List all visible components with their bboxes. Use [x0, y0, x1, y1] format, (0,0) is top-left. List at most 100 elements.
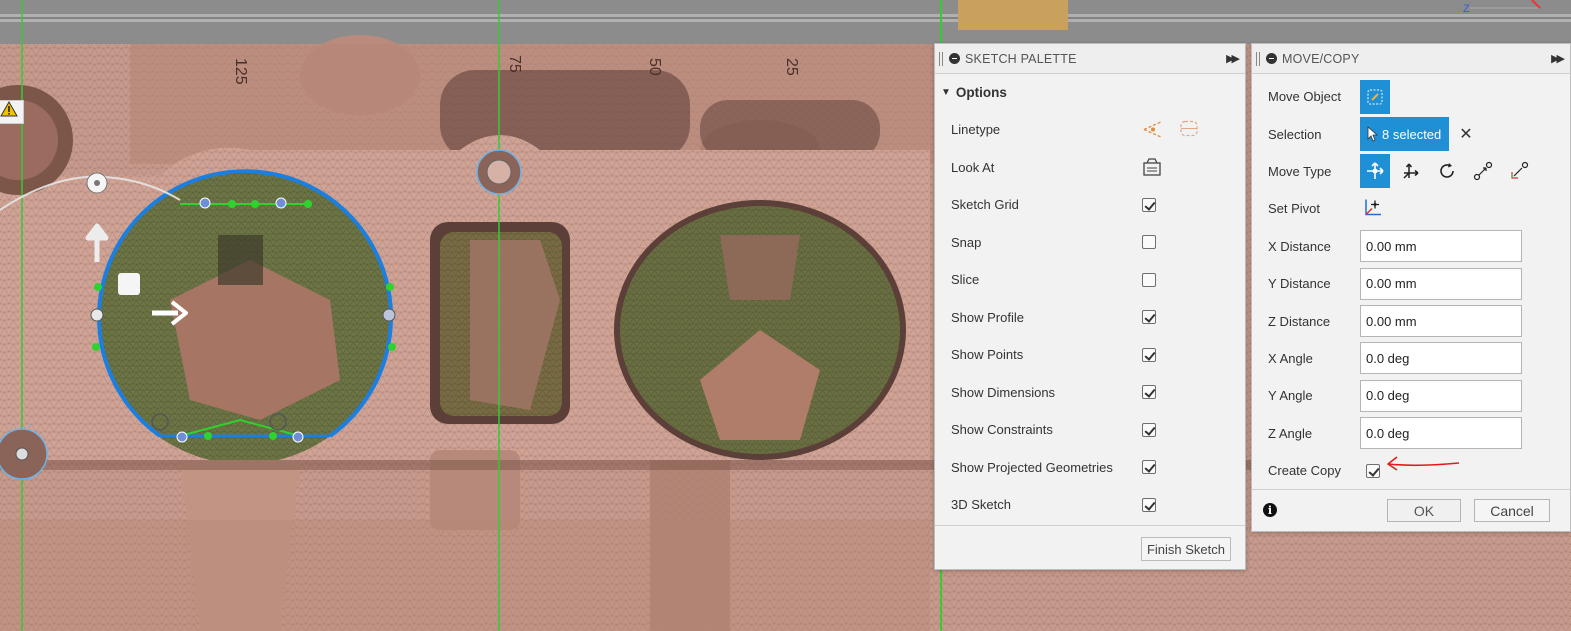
option-label: Show Points [951, 347, 1024, 363]
option-label: Slice [951, 272, 980, 288]
option-label: Sketch Grid [951, 197, 1019, 213]
drag-handle-icon[interactable] [1256, 51, 1260, 66]
warning-icon[interactable] [0, 100, 24, 124]
point-to-position-icon[interactable] [1504, 154, 1534, 188]
rotate-icon[interactable] [1432, 154, 1462, 188]
selection-count: 8 selected [1382, 126, 1442, 142]
y-distance-input[interactable] [1360, 267, 1522, 300]
svg-text:Z: Z [1463, 3, 1470, 15]
option-label: Snap [951, 234, 982, 250]
x-distance-row: X Distance [1252, 228, 1570, 265]
free-move-icon[interactable] [1360, 154, 1390, 189]
option-label: Show Projected Geometries [951, 459, 1113, 475]
field-label: Z Distance [1268, 313, 1331, 329]
bolt-hole [0, 428, 48, 480]
option-label: Show Constraints [951, 422, 1053, 438]
option-row-look-at: Look At [935, 149, 1245, 187]
slice-checkbox[interactable] [1142, 272, 1156, 287]
option-row-show-points: Show Points [935, 336, 1245, 374]
centerline-icon[interactable] [1178, 117, 1200, 142]
z-distance-row: Z Distance [1252, 302, 1570, 339]
section-title: Options [955, 85, 1007, 100]
move-object-row: Move Object [1252, 78, 1570, 115]
cancel-button[interactable]: Cancel [1474, 499, 1550, 522]
field-label: Set Pivot [1268, 201, 1321, 217]
option-row-3d-sketch: 3D Sketch [935, 486, 1245, 524]
sketch-palette-panel: SKETCH PALETTE ▶▶ ▼ Options Linetype Loo… [934, 43, 1246, 570]
selection-button[interactable]: 8 selected [1360, 117, 1450, 152]
show-dimensions-checkbox[interactable] [1142, 385, 1156, 400]
show-profile-checkbox[interactable] [1142, 310, 1156, 325]
set-pivot-row: Set Pivot [1252, 190, 1570, 227]
y-distance-row: Y Distance [1252, 265, 1570, 302]
sketch-palette-header[interactable]: SKETCH PALETTE ▶▶ [935, 44, 1245, 74]
option-row-slice: Slice [935, 261, 1245, 299]
move-copy-header[interactable]: MOVE/COPY ▶▶ [1252, 44, 1570, 74]
option-row-linetype: Linetype [935, 111, 1245, 149]
option-row-snap: Snap [935, 224, 1245, 262]
sketch-objects-icon[interactable] [1360, 79, 1390, 114]
panel-title: SKETCH PALETTE [965, 51, 1077, 66]
cursor-icon [1367, 126, 1378, 142]
show-constraints-checkbox[interactable] [1142, 422, 1156, 437]
x-angle-row: X Angle [1252, 340, 1570, 377]
option-row-sketch-grid: Sketch Grid [935, 186, 1245, 224]
drag-handle-icon[interactable] [939, 51, 943, 66]
field-label: Z Angle [1268, 425, 1313, 441]
sketch-grid-checkbox[interactable] [1142, 197, 1156, 212]
move-type-row: Move Type [1252, 153, 1570, 190]
z-angle-input[interactable] [1360, 417, 1522, 450]
field-label: X Angle [1268, 350, 1313, 366]
create-copy-checkbox[interactable] [1366, 463, 1380, 478]
dialog-footer: i OK Cancel [1252, 497, 1570, 525]
z-angle-row: Z Angle [1252, 415, 1570, 452]
collapse-icon[interactable] [1266, 53, 1277, 64]
snap-checkbox[interactable] [1142, 235, 1156, 250]
translate-icon[interactable] [1396, 154, 1426, 188]
field-label: Y Angle [1268, 388, 1313, 404]
x-angle-input[interactable] [1360, 342, 1522, 375]
red-annotation-arrow-icon [1387, 456, 1460, 471]
field-label: Create Copy [1268, 463, 1341, 479]
field-label: Move Object [1268, 89, 1341, 105]
option-row-show-dimensions: Show Dimensions [935, 374, 1245, 412]
dialog-title: MOVE/COPY [1282, 51, 1360, 66]
chevron-down-icon: ▼ [941, 87, 951, 98]
expand-icon[interactable]: ▶▶ [1551, 52, 1565, 65]
show-points-checkbox[interactable] [1142, 347, 1156, 362]
divider [1252, 489, 1570, 490]
finish-sketch-button[interactable]: Finish Sketch [1140, 537, 1231, 561]
x-distance-input[interactable] [1360, 230, 1522, 263]
field-label: X Distance [1268, 238, 1331, 254]
info-icon[interactable]: i [1263, 503, 1277, 517]
show-projected-geometries-checkbox[interactable] [1142, 460, 1156, 475]
field-label: Selection [1268, 126, 1322, 142]
option-label: Show Dimensions [951, 384, 1056, 400]
field-label: Y Distance [1268, 276, 1331, 292]
bolt-hole [476, 149, 522, 195]
set-pivot-icon[interactable] [1362, 196, 1384, 221]
selection-row: Selection 8 selected ✕ [1252, 115, 1570, 152]
field-label: Move Type [1268, 163, 1332, 179]
option-row-show-projected-geometries: Show Projected Geometries [935, 449, 1245, 487]
y-angle-input[interactable] [1360, 379, 1522, 412]
z-distance-input[interactable] [1360, 305, 1522, 338]
option-label: Look At [951, 159, 995, 175]
options-section-toggle[interactable]: ▼ Options [935, 74, 1245, 111]
option-label: 3D Sketch [951, 497, 1011, 513]
point-to-point-icon[interactable] [1468, 154, 1498, 188]
3d-sketch-checkbox[interactable] [1142, 497, 1156, 512]
expand-icon[interactable]: ▶▶ [1226, 52, 1240, 65]
ruler-tick: 75 [506, 55, 523, 73]
ok-button[interactable]: OK [1387, 499, 1461, 522]
option-label: Linetype [951, 122, 1001, 138]
option-label: Show Profile [951, 309, 1024, 325]
divider [935, 525, 1245, 526]
clear-selection-icon[interactable]: ✕ [1459, 124, 1472, 144]
ruler-tick: 50 [646, 58, 663, 76]
look-at-icon[interactable] [1142, 157, 1162, 177]
collapse-icon[interactable] [949, 53, 960, 64]
ruler-tick: 25 [783, 58, 800, 76]
option-row-show-profile: Show Profile [935, 299, 1245, 337]
construction-line-icon[interactable] [1142, 117, 1164, 142]
